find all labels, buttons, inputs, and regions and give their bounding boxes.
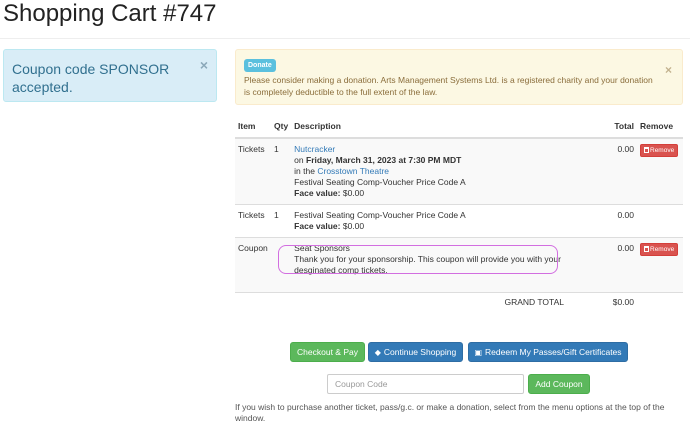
remove-label: Remove [650, 147, 675, 154]
title-divider [0, 38, 690, 39]
header-qty: Qty [271, 118, 292, 139]
header-total: Total [594, 118, 637, 139]
annotation-highlight [278, 245, 558, 274]
row-item: Tickets [235, 137, 271, 205]
trash-icon [644, 246, 649, 252]
add-coupon-label: Add Coupon [535, 379, 583, 389]
row-remove-cell: Remove [637, 237, 683, 293]
remove-label: Remove [650, 246, 675, 253]
row-total: 0.00 [594, 237, 637, 293]
checkout-button[interactable]: Checkout & Pay [290, 342, 365, 362]
row-qty: 1 [271, 137, 292, 205]
row-description: Nutcracker on Friday, March 31, 2023 at … [291, 137, 594, 205]
continue-shopping-button[interactable]: ◆ Continue Shopping [368, 342, 463, 362]
close-icon[interactable]: × [200, 58, 208, 72]
row-item: Coupon [235, 237, 271, 293]
row-remove-cell [637, 204, 683, 238]
remove-button[interactable]: Remove [640, 243, 679, 256]
row-total: 0.00 [594, 137, 637, 205]
face-value: $0.00 [342, 188, 365, 198]
redeem-button[interactable]: ▣ Redeem My Passes/Gift Certificates [468, 342, 628, 362]
trash-icon [644, 147, 649, 153]
row-item: Tickets [235, 204, 271, 238]
table-row: Tickets 1 Festival Seating Comp-Voucher … [235, 204, 683, 238]
grand-total-value: $0.00 [594, 292, 637, 313]
face-value-label: Face value: [294, 221, 341, 231]
gift-icon: ▣ [474, 348, 483, 357]
coupon-code-input[interactable] [327, 374, 524, 394]
header-item: Item [235, 118, 271, 139]
grand-total-row: GRAND TOTAL $0.00 [235, 292, 683, 313]
table-row: Tickets 1 Nutcracker on Friday, March 31… [235, 137, 683, 205]
tag-icon: ◆ [374, 348, 381, 357]
row-description: Festival Seating Comp-Voucher Price Code… [291, 204, 594, 238]
close-icon[interactable]: × [665, 63, 672, 77]
coupon-accepted-text: Coupon code SPONSOR accepted. [12, 61, 170, 95]
row-qty: 1 [271, 204, 292, 238]
donation-text: Please consider making a donation. Arts … [244, 75, 653, 97]
coupon-accepted-alert: Coupon code SPONSOR accepted. × [3, 49, 217, 102]
price-code: Festival Seating Comp-Voucher Price Code… [294, 210, 466, 220]
donation-alert: Donate Please consider making a donation… [235, 49, 683, 105]
grand-total-label: GRAND TOTAL [291, 292, 594, 313]
event-date: Friday, March 31, 2023 at 7:30 PM MDT [306, 155, 462, 165]
header-remove: Remove [637, 118, 683, 139]
checkout-label: Checkout & Pay [297, 347, 358, 357]
donate-badge[interactable]: Donate [244, 59, 276, 72]
redeem-label: Redeem My Passes/Gift Certificates [485, 347, 622, 357]
date-prefix: on [294, 155, 304, 165]
page-title: Shopping Cart #747 [3, 0, 217, 27]
header-description: Description [291, 118, 594, 139]
remove-button[interactable]: Remove [640, 144, 679, 157]
row-total: 0.00 [594, 204, 637, 238]
venue-link[interactable]: Crosstown Theatre [317, 166, 389, 176]
continue-label: Continue Shopping [383, 347, 457, 357]
price-code: Festival Seating Comp-Voucher Price Code… [294, 177, 466, 187]
footer-note: If you wish to purchase another ticket, … [235, 402, 665, 423]
cart-table: Item Qty Description Total Remove Ticket… [235, 118, 683, 313]
face-value-label: Face value: [294, 188, 341, 198]
add-coupon-button[interactable]: Add Coupon [528, 374, 590, 394]
cart-header-row: Item Qty Description Total Remove [235, 118, 683, 139]
face-value: $0.00 [342, 221, 365, 231]
row-remove-cell: Remove [637, 137, 683, 205]
venue-prefix: in the [294, 166, 315, 176]
event-link[interactable]: Nutcracker [294, 144, 335, 154]
